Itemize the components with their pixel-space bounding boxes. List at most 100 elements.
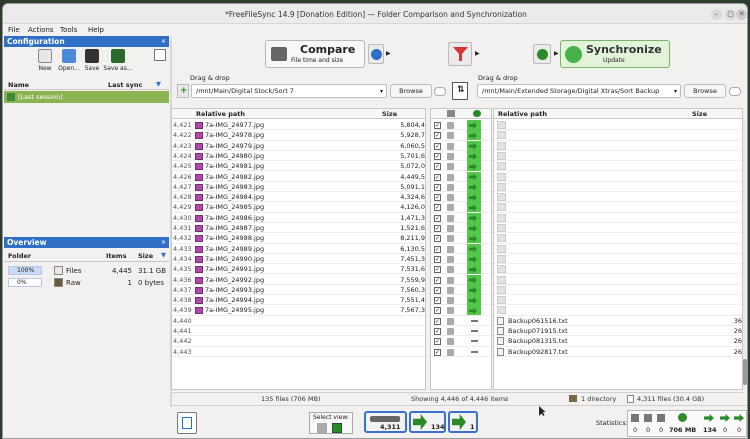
include-checkbox[interactable]: ✓: [434, 255, 441, 263]
action-row[interactable]: ✓: [431, 347, 491, 357]
left-cloud-icon[interactable]: [434, 87, 446, 96]
right-col-path[interactable]: Relative path: [498, 109, 547, 119]
action-row[interactable]: ✓: [431, 150, 491, 162]
table-row[interactable]: 4,423 7a-IMG_24979.jpg 6,060,5: [172, 141, 425, 151]
table-row[interactable]: [494, 305, 742, 316]
table-row[interactable]: 4,437 7a-IMG_24993.jpg 7,560,3: [172, 285, 425, 296]
table-row[interactable]: [494, 244, 742, 254]
new-button[interactable]: New: [37, 49, 53, 72]
table-row[interactable]: 4,441: [172, 326, 425, 337]
sync-dropdown-icon[interactable]: ▶: [554, 50, 559, 57]
table-row[interactable]: [494, 223, 742, 234]
menu-help[interactable]: Help: [88, 26, 104, 34]
chevron-down-icon[interactable]: ▾: [674, 85, 677, 98]
action-row[interactable]: ✓: [431, 233, 491, 244]
no-action-icon[interactable]: [471, 330, 478, 332]
include-checkbox[interactable]: ✓: [434, 225, 441, 232]
action-row[interactable]: ✓: [431, 161, 491, 172]
open-button[interactable]: Open...: [56, 49, 82, 72]
table-row[interactable]: 4,425 7a-IMG_24981.jpg 5,072,0: [172, 161, 425, 172]
table-row[interactable]: [494, 141, 742, 151]
include-checkbox[interactable]: ✓: [434, 307, 441, 315]
action-row[interactable]: ✓: [431, 305, 491, 316]
right-file-grid[interactable]: Relative path Size Backup061516.txt 36 Bac…: [493, 108, 743, 390]
save-as-button[interactable]: Save as...: [101, 49, 135, 72]
left-file-grid[interactable]: Relative path Size 4,421 7a-IMG_24977.jpg…: [171, 108, 426, 390]
filter-equal-button[interactable]: 4,311: [364, 411, 407, 433]
table-row[interactable]: 4,434 7a-IMG_24990.jpg 7,451,3: [172, 254, 425, 265]
left-col-size[interactable]: Size: [382, 109, 397, 119]
table-row[interactable]: 4,432 7a-IMG_24988.jpg 8,211,9: [172, 233, 425, 244]
include-checkbox[interactable]: ✓: [434, 245, 441, 253]
no-action-icon[interactable]: [471, 319, 478, 322]
table-row[interactable]: [494, 182, 742, 193]
include-checkbox[interactable]: ✓: [434, 266, 441, 274]
include-checkbox[interactable]: ✓: [434, 194, 441, 202]
menu-file[interactable]: File: [8, 26, 20, 34]
include-checkbox[interactable]: ✓: [434, 132, 441, 140]
menu-actions[interactable]: Actions: [28, 26, 54, 34]
table-row[interactable]: [494, 161, 742, 172]
left-col-path[interactable]: Relative path: [196, 109, 245, 119]
table-row[interactable]: 4,435 7a-IMG_24991.jpg 7,531,6: [172, 264, 425, 275]
right-folder-path[interactable]: /mnt/Main/Extended Storage/Digital Xtras…: [477, 84, 681, 98]
table-row[interactable]: 4,433 7a-IMG_24989.jpg 6,130,5: [172, 244, 425, 254]
include-checkbox[interactable]: ✓: [434, 348, 441, 356]
table-row[interactable]: [494, 213, 742, 223]
compare-button[interactable]: Compare File time and size: [265, 40, 365, 68]
action-row[interactable]: ✓: [431, 192, 491, 203]
filter-update-right-button[interactable]: 1: [448, 411, 478, 433]
table-row[interactable]: 4,438 7a-IMG_24994.jpg 7,551,4: [172, 295, 425, 306]
sync-settings-button[interactable]: [533, 44, 551, 64]
left-browse-button[interactable]: Browse: [390, 84, 432, 98]
panel-close-icon[interactable]: ✕: [161, 36, 166, 47]
include-checkbox[interactable]: ✓: [434, 276, 441, 284]
table-row[interactable]: 4,427 7a-IMG_24983.jpg 5,091,1: [172, 182, 425, 193]
table-row[interactable]: 4,431 7a-IMG_24987.jpg 1,521,6: [172, 223, 425, 234]
table-row[interactable]: 4,422 7a-IMG_24978.jpg 5,928,7: [172, 130, 425, 141]
table-row[interactable]: 4,429 7a-IMG_24985.jpg 4,126,0: [172, 202, 425, 213]
last-session-item[interactable]: [Last session]: [4, 91, 169, 103]
list-view-icon[interactable]: [154, 49, 166, 61]
swap-sides-button[interactable]: ⇅: [452, 82, 468, 100]
action-row[interactable]: ✓: [431, 120, 491, 131]
log-button[interactable]: [177, 412, 197, 434]
col-items[interactable]: Items: [106, 252, 127, 260]
table-row[interactable]: [494, 285, 742, 296]
no-action-icon[interactable]: [471, 340, 478, 343]
table-row[interactable]: [494, 264, 742, 275]
action-row[interactable]: ✓: [431, 326, 491, 337]
category-icon[interactable]: [447, 110, 455, 117]
filter-create-right-button[interactable]: 134: [409, 411, 446, 433]
include-checkbox[interactable]: ✓: [434, 173, 441, 181]
right-col-size[interactable]: Size: [692, 109, 707, 119]
action-row[interactable]: ✓: [431, 130, 491, 141]
table-row[interactable]: [494, 275, 742, 285]
include-checkbox[interactable]: ✓: [434, 152, 441, 160]
table-row[interactable]: [494, 120, 742, 131]
include-checkbox[interactable]: ✓: [434, 297, 441, 305]
include-checkbox[interactable]: ✓: [434, 286, 441, 294]
table-row[interactable]: 4,440: [172, 316, 425, 326]
no-action-icon[interactable]: [471, 350, 478, 353]
include-checkbox[interactable]: ✓: [434, 317, 441, 325]
table-row[interactable]: Backup071915.txt 26: [494, 326, 742, 337]
table-row[interactable]: [494, 172, 742, 182]
table-row[interactable]: 4,439 7a-IMG_24995.jpg 7,567,3: [172, 305, 425, 316]
table-row[interactable]: 4,424 7a-IMG_24980.jpg 5,701,6: [172, 151, 425, 162]
include-checkbox[interactable]: ✓: [434, 204, 441, 212]
save-button[interactable]: Save: [83, 49, 101, 72]
category-view-icon[interactable]: [317, 423, 327, 433]
action-row[interactable]: ✓: [431, 140, 491, 151]
right-scrollbar[interactable]: [743, 119, 747, 389]
table-row[interactable]: Backup081315.txt 26: [494, 336, 742, 347]
action-row[interactable]: ✓: [431, 274, 491, 285]
col-last-sync[interactable]: Last sync: [108, 81, 142, 89]
table-row[interactable]: [494, 254, 742, 265]
add-folder-pair-button[interactable]: +: [177, 84, 189, 98]
left-folder-path[interactable]: /mnt/Main/Digital Stock/Sort 7 ▾: [191, 84, 387, 98]
table-row[interactable]: [494, 151, 742, 162]
include-checkbox[interactable]: ✓: [434, 163, 441, 171]
action-row[interactable]: ✓: [431, 253, 491, 265]
table-row[interactable]: 4,436 7a-IMG_24992.jpg 7,559,9: [172, 275, 425, 285]
